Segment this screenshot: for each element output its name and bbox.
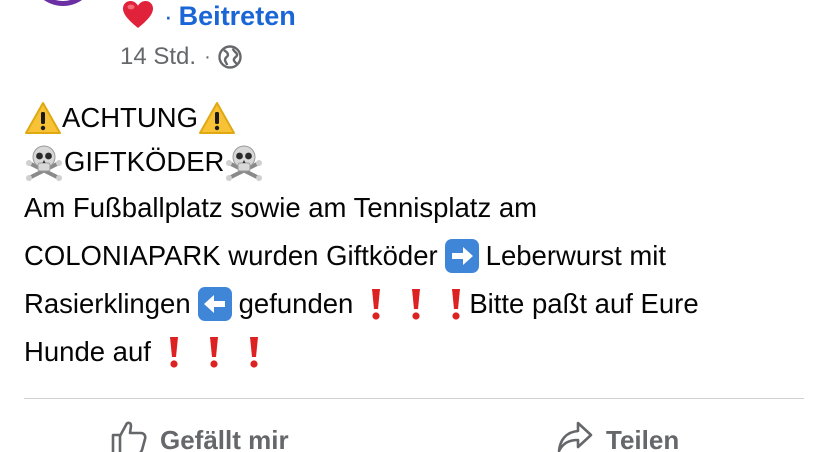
warning-sign-icon bbox=[24, 101, 62, 135]
post-line-1: ACHTUNG bbox=[24, 96, 814, 140]
skull-and-crossbones-icon bbox=[24, 143, 64, 181]
left-arrow-icon bbox=[197, 286, 233, 322]
post-header: · Beitreten bbox=[120, 0, 296, 32]
red-exclamation-icon bbox=[205, 334, 223, 370]
warning-sign-icon bbox=[198, 101, 236, 135]
red-exclamation-icon bbox=[165, 334, 183, 370]
red-exclamation-icon bbox=[447, 286, 465, 322]
post-meta: 14 Std. · bbox=[120, 40, 243, 74]
red-exclamation-icon bbox=[245, 334, 263, 370]
post-line-5: Rasierklingen gefunden Bitte paßt auf Eu… bbox=[24, 280, 814, 328]
group-avatar[interactable] bbox=[30, 0, 96, 6]
share-label: Teilen bbox=[606, 424, 680, 452]
share-arrow-icon bbox=[556, 420, 606, 452]
post-text-segment: COLONIAPARK wurden Giftköder bbox=[24, 240, 438, 271]
post-line-6: Hunde auf bbox=[24, 328, 814, 376]
right-arrow-icon bbox=[444, 238, 480, 274]
post-timestamp[interactable]: 14 Std. bbox=[120, 43, 196, 71]
post-text-segment: Hunde auf bbox=[24, 336, 151, 367]
red-exclamation-icon bbox=[367, 286, 385, 322]
post-text-segment: Bitte paßt auf Eure bbox=[469, 288, 699, 319]
meta-separator: · bbox=[204, 45, 211, 68]
post-text-segment: gefunden bbox=[238, 288, 354, 319]
action-divider bbox=[24, 398, 804, 399]
post-text-segment: Rasierklingen bbox=[24, 288, 191, 319]
post-body: ACHTUNG GIFTKÖDER Am Fußballplatz sowie … bbox=[24, 96, 814, 376]
red-exclamation-icon bbox=[407, 286, 425, 322]
thumbs-up-icon bbox=[110, 419, 160, 452]
header-separator: · bbox=[164, 1, 173, 31]
post-line-2: GIFTKÖDER bbox=[24, 140, 814, 184]
post-text-segment: Leberwurst mit bbox=[485, 240, 667, 271]
skull-and-crossbones-icon bbox=[224, 143, 264, 181]
globe-icon[interactable] bbox=[217, 44, 243, 70]
share-button[interactable]: Teilen bbox=[556, 420, 679, 452]
post-line-4: COLONIAPARK wurden Giftköder Leberwurst … bbox=[24, 232, 814, 280]
post-text-segment: Am Fußballplatz sowie am Tennisplatz am bbox=[24, 192, 538, 223]
post-heading-warning: ACHTUNG bbox=[62, 102, 198, 133]
post-heading-bait: GIFTKÖDER bbox=[64, 146, 225, 177]
post-line-3: Am Fußballplatz sowie am Tennisplatz am bbox=[24, 184, 814, 232]
like-label: Gefällt mir bbox=[160, 424, 289, 452]
red-heart-icon bbox=[120, 0, 156, 32]
join-group-link[interactable]: Beitreten bbox=[179, 0, 296, 32]
like-button[interactable]: Gefällt mir bbox=[110, 420, 289, 452]
